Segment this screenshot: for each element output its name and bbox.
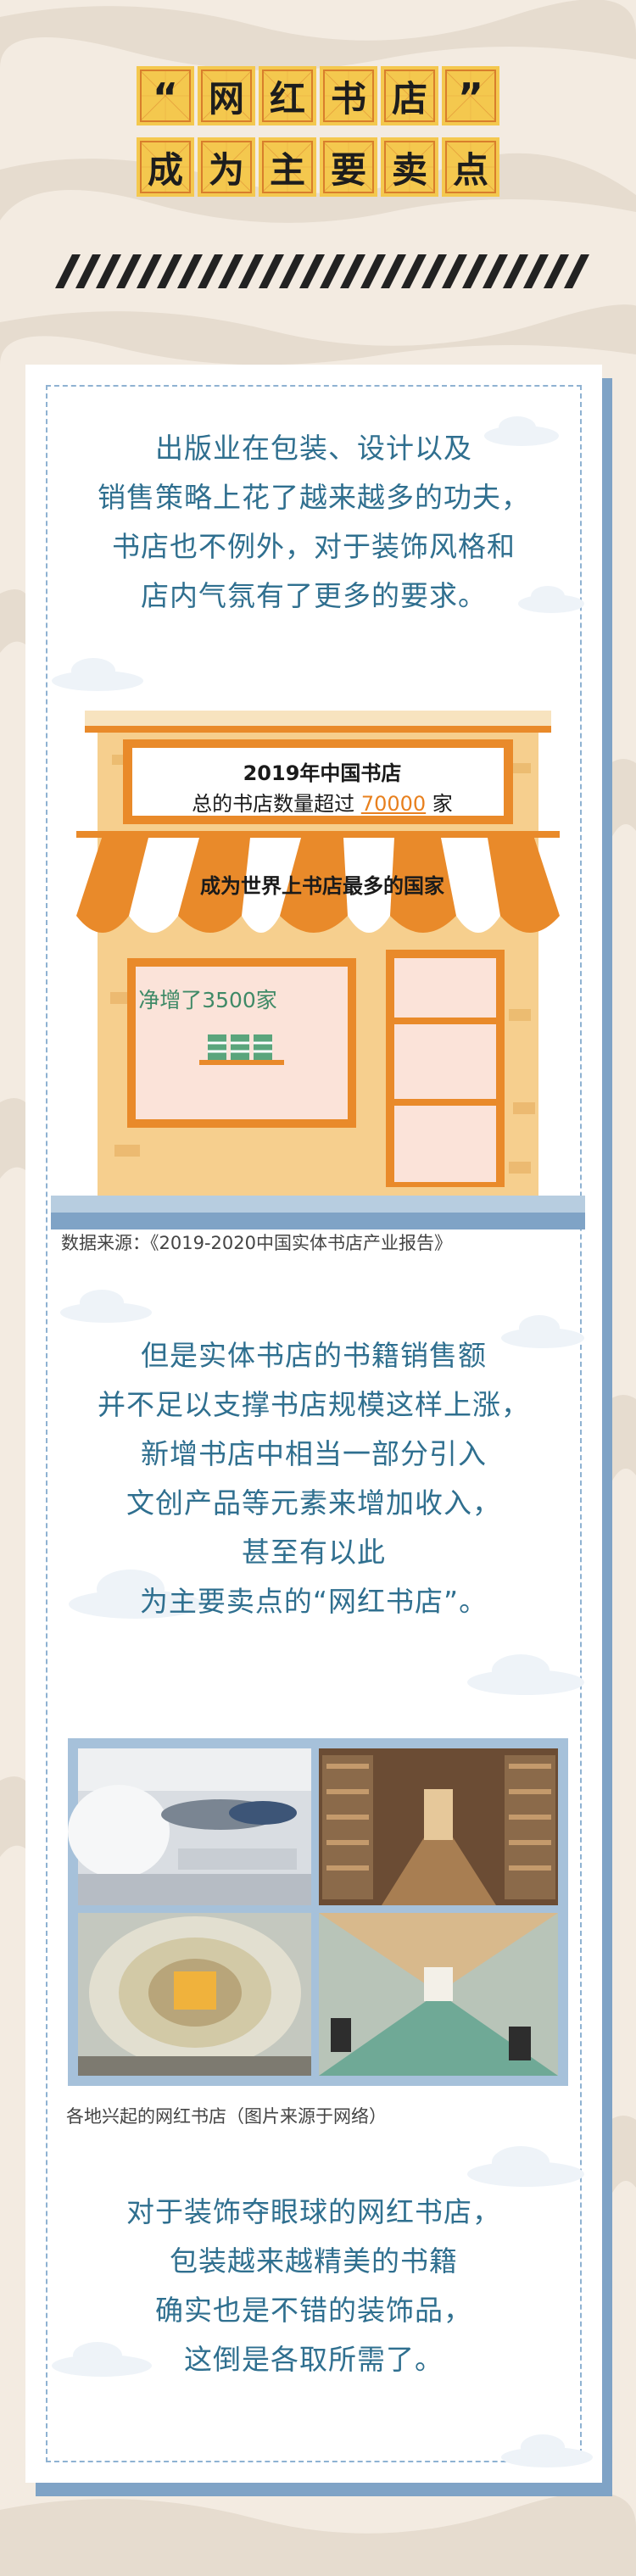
photo-arched-corridor — [78, 1913, 311, 2076]
headline: “ 网 红 书 店 ” 成 为 主 要 卖 点 — [0, 66, 636, 209]
cloud-icon — [501, 2434, 593, 2467]
bookstore-illustration: 2019年中国书店 总的书店数量超过 70000 家 成为世界上书店最多的国家 … — [51, 704, 585, 1229]
paragraph-line: 这倒是各取所需了。 — [184, 2343, 444, 2376]
paragraph-line: 新增书店中相当一部分引入 — [141, 1437, 487, 1470]
intro-paragraph: 出版业在包装、设计以及 销售策略上花了越来越多的功夫， 书店也不例外，对于装饰风… — [25, 424, 602, 621]
title-tile: 书 — [320, 66, 377, 125]
store-count: 70000 — [360, 792, 427, 816]
title-tile: 主 — [259, 137, 316, 197]
title-tile: “ — [137, 66, 194, 125]
cloud-icon — [60, 1290, 152, 1323]
photo-mirrored-steps — [319, 1913, 558, 2076]
cloud-icon — [467, 2146, 584, 2187]
paragraph-line: 书店也不例外，对于装饰风格和 — [112, 530, 516, 563]
title-tile: ” — [442, 66, 499, 125]
paragraph-line: 但是实体书店的书籍销售额 — [141, 1339, 487, 1372]
photo-caption: 各地兴起的网红书店（图片来源于网络） — [66, 2106, 387, 2127]
paragraph-line: 销售策略上花了越来越多的功夫， — [98, 481, 530, 514]
title-tile: 点 — [442, 137, 499, 197]
photo-collage — [68, 1738, 568, 2086]
bookstore-photos — [68, 1738, 568, 2086]
title-tile: 为 — [198, 137, 255, 197]
cloud-icon — [52, 658, 143, 691]
title-tile: 成 — [137, 137, 194, 197]
paragraph-line: 对于装饰夺眼球的网红书店， — [126, 2195, 501, 2228]
middle-paragraph: 但是实体书店的书籍销售额 并不足以支撑书店规模这样上涨， 新增书店中相当一部分引… — [25, 1331, 602, 1626]
headline-line-2: 成 为 主 要 卖 点 — [0, 137, 636, 197]
photo-futuristic-store — [68, 1748, 311, 1905]
headline-line-1: “ 网 红 书 店 ” — [0, 66, 636, 125]
paragraph-line: 文创产品等元素来增加收入， — [126, 1486, 501, 1519]
sign-text-suffix: 家 — [426, 792, 453, 816]
paragraph-line: 为主要卖点的“网红书店”。 — [139, 1585, 488, 1618]
title-tile: 红 — [259, 66, 316, 125]
paragraph-line: 并不足以支撑书店规模这样上涨， — [98, 1388, 530, 1421]
title-tile: 店 — [381, 66, 438, 125]
paragraph-line: 甚至有以此 — [242, 1536, 386, 1569]
cloud-icon — [467, 1654, 584, 1695]
awning-label: 成为世界上书店最多的国家 — [200, 874, 444, 898]
paragraph-line: 包装越来越精美的书籍 — [170, 2244, 458, 2278]
content-card: 出版业在包装、设计以及 销售策略上花了越来越多的功夫， 书店也不例外，对于装饰风… — [25, 365, 602, 2483]
title-tile: 卖 — [381, 137, 438, 197]
stripe-divider — [55, 254, 589, 288]
title-tile: 要 — [320, 137, 377, 197]
title-tile: 网 — [198, 66, 255, 125]
sign-text-prefix: 总的书店数量超过 — [192, 792, 361, 816]
window-label: 净增了3500家 — [138, 988, 277, 1012]
sign-subtitle: 总的书店数量超过 70000 家 — [170, 787, 475, 817]
paragraph-line: 确实也是不错的装饰品， — [155, 2294, 472, 2327]
photo-library-interior — [319, 1748, 558, 1905]
source-caption: 数据来源：《2019-2020中国实体书店产业报告》 — [61, 1233, 452, 1253]
paragraph-line: 出版业在包装、设计以及 — [155, 432, 472, 465]
paragraph-line: 店内气氛有了更多的要求。 — [141, 579, 487, 612]
closing-paragraph: 对于装饰夺眼球的网红书店， 包装越来越精美的书籍 确实也是不错的装饰品， 这倒是… — [25, 2188, 602, 2384]
sign-title: 2019年中国书店 — [243, 761, 402, 785]
